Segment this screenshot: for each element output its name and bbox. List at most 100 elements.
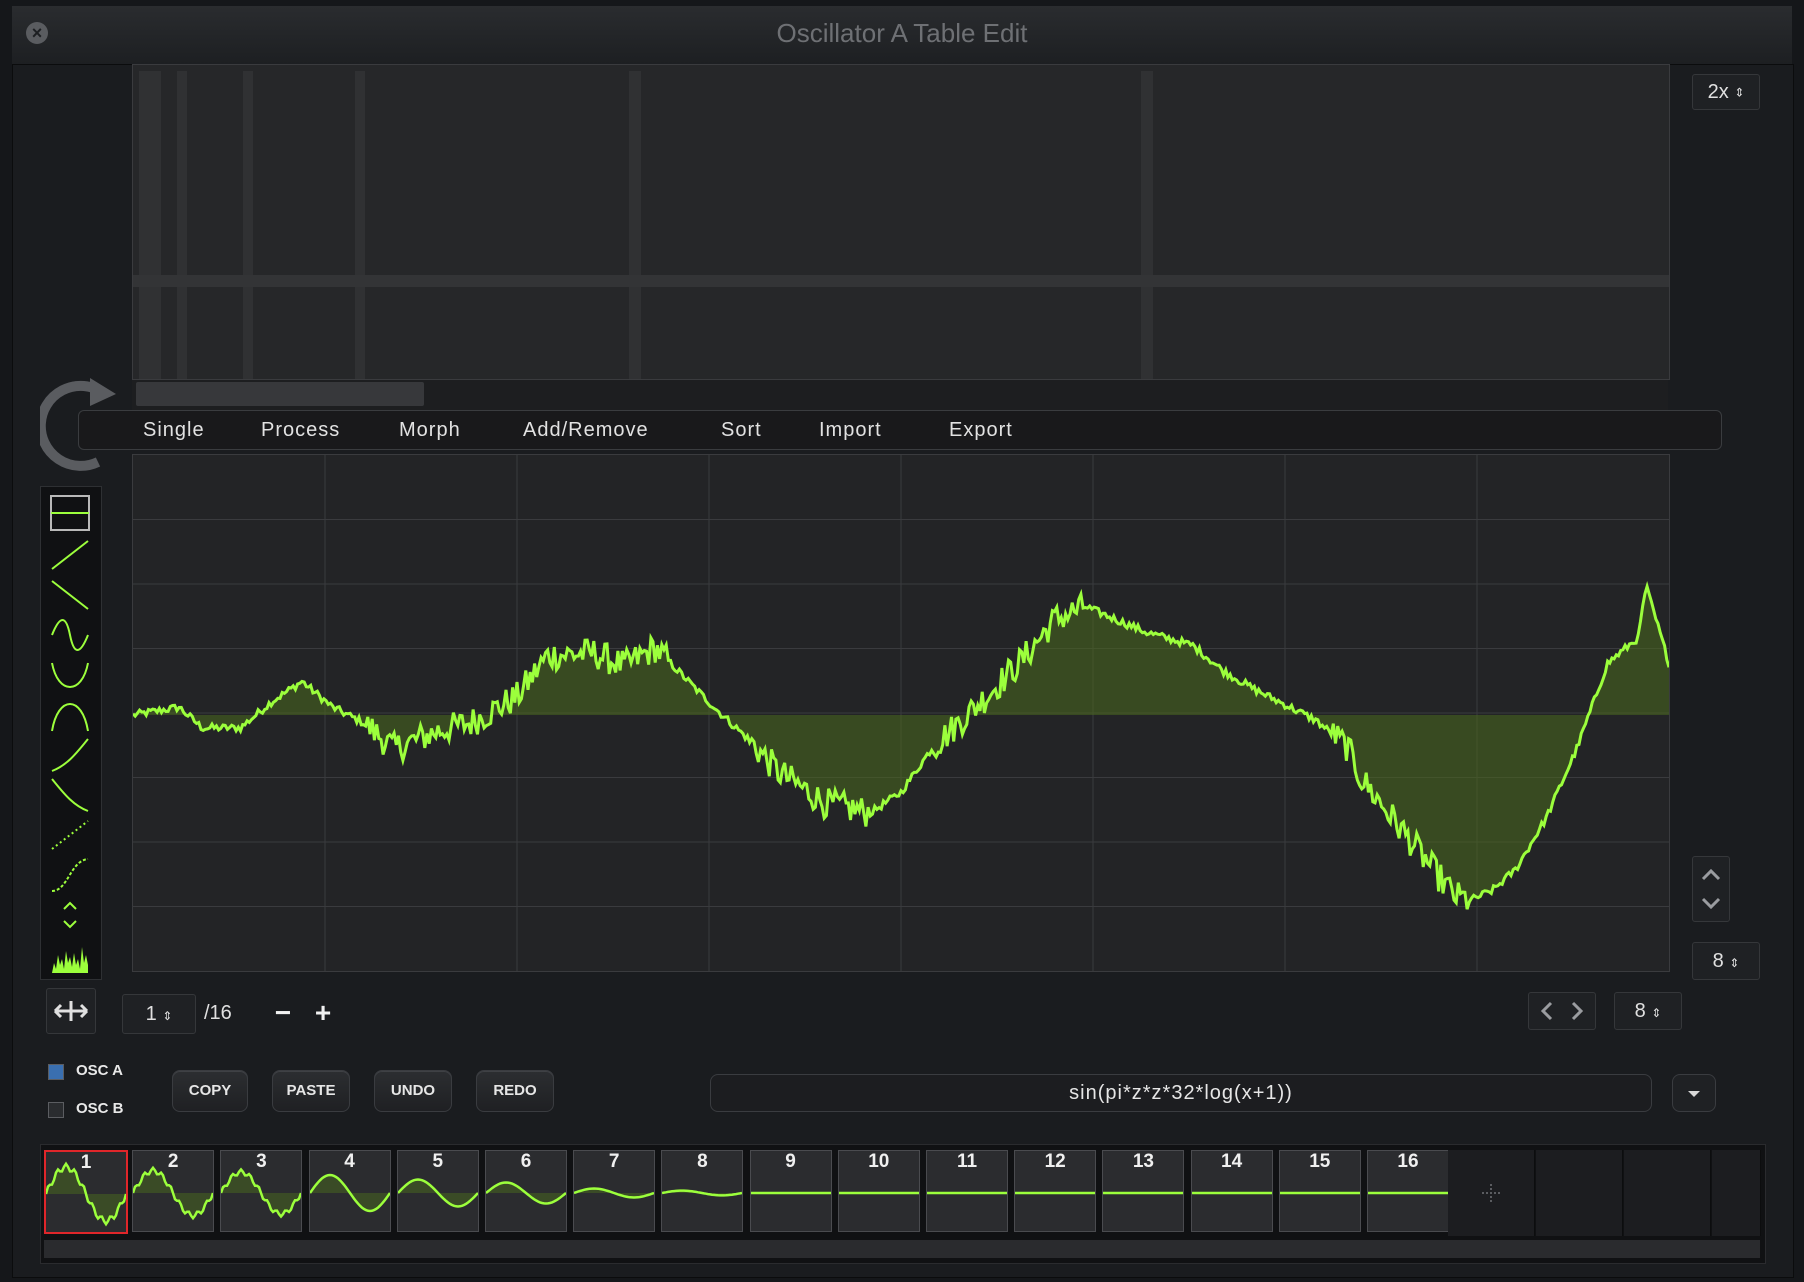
frame-thumbnail[interactable]: 16 xyxy=(1367,1150,1449,1232)
menu-bar: Single Process Morph Add/Remove Sort Imp… xyxy=(78,410,1722,450)
undo-button[interactable]: UNDO xyxy=(374,1070,452,1112)
paste-button[interactable]: PASTE xyxy=(272,1070,350,1112)
osc-a-checkbox[interactable] xyxy=(48,1064,64,1080)
formula-input[interactable]: sin(pi*z*z*32*log(x+1)) xyxy=(710,1074,1652,1112)
chevron-left-icon[interactable] xyxy=(1540,1001,1553,1021)
move-arrows-icon xyxy=(53,1001,89,1021)
frame-number: 10 xyxy=(868,1151,890,1172)
frame-number: 7 xyxy=(608,1151,620,1172)
noise-icon[interactable] xyxy=(48,935,92,975)
frame-thumbnail[interactable]: 11 xyxy=(926,1150,1008,1232)
add-frame-button[interactable]: + xyxy=(308,996,338,1030)
overview-column xyxy=(629,71,641,379)
grid-select[interactable]: 8 ⇕ xyxy=(1692,942,1760,980)
grid-value: 8 xyxy=(1712,950,1724,972)
stepper-arrows-icon: ⇕ xyxy=(162,1009,173,1023)
osc-b-label: OSC B xyxy=(76,1100,124,1117)
frame-number: 13 xyxy=(1132,1151,1154,1172)
editor-grid xyxy=(133,455,1669,971)
resolution-value: 8 xyxy=(1634,1000,1646,1022)
frame-number: 5 xyxy=(432,1151,444,1172)
menu-import[interactable]: Import xyxy=(819,411,882,449)
menu-single[interactable]: Single xyxy=(143,411,205,449)
frame-current: 1 xyxy=(145,1003,157,1025)
shift-arrows[interactable] xyxy=(1528,992,1596,1030)
dotted-ramp-icon[interactable] xyxy=(48,815,92,855)
menu-add-remove[interactable]: Add/Remove xyxy=(523,411,649,449)
wave-offset-stepper[interactable] xyxy=(1692,856,1730,922)
bump-icon[interactable] xyxy=(48,895,92,935)
overview-column xyxy=(243,71,253,379)
arch-icon[interactable] xyxy=(48,695,92,735)
frame-thumbnail[interactable]: 15 xyxy=(1278,1150,1361,1232)
frame-thumbnail[interactable]: 3 xyxy=(220,1150,303,1232)
resolution-select[interactable]: 8 ⇕ xyxy=(1614,992,1682,1030)
frame-thumbnail[interactable]: 7 xyxy=(573,1150,656,1232)
frame-number: 3 xyxy=(256,1151,267,1172)
sine-icon[interactable] xyxy=(48,615,92,655)
stepper-arrows-icon: ⇕ xyxy=(1651,1006,1662,1020)
overview-column xyxy=(355,71,365,379)
frame-number: 14 xyxy=(1221,1151,1243,1172)
menu-sort[interactable]: Sort xyxy=(721,411,762,449)
stepper-arrows-icon: ⇕ xyxy=(1729,956,1740,970)
osc-b-checkbox[interactable] xyxy=(48,1102,64,1118)
frame-thumbnail[interactable]: 6 xyxy=(485,1150,567,1232)
shape-palette xyxy=(40,486,102,980)
empty-frame-slot xyxy=(1448,1150,1535,1236)
frame-number: 9 xyxy=(785,1151,796,1172)
chevron-right-icon[interactable] xyxy=(1571,1001,1584,1021)
menu-morph[interactable]: Morph xyxy=(399,411,461,449)
empty-frame-slot xyxy=(1624,1150,1711,1236)
menu-process[interactable]: Process xyxy=(261,411,340,449)
overview-column xyxy=(139,71,161,379)
curve-down-icon[interactable] xyxy=(48,775,92,815)
ramp-down-icon[interactable] xyxy=(48,575,92,615)
chevron-up-icon[interactable] xyxy=(1701,868,1721,881)
chevron-down-icon[interactable] xyxy=(1701,897,1721,910)
zoom-select[interactable]: 2x ⇕ xyxy=(1692,74,1760,110)
s-curve-icon[interactable] xyxy=(48,855,92,895)
sine-inverse-icon[interactable] xyxy=(48,655,92,695)
frame-thumbnail[interactable]: 2 xyxy=(132,1150,215,1232)
frame-thumbnail[interactable]: 4 xyxy=(308,1150,391,1232)
remove-frame-button[interactable]: − xyxy=(268,996,298,1030)
frame-thumbnail[interactable]: 1 xyxy=(44,1150,128,1234)
ramp-up-icon[interactable] xyxy=(48,535,92,575)
dropdown-arrow-icon xyxy=(1688,1091,1700,1097)
frame-number: 15 xyxy=(1309,1151,1331,1172)
copy-button[interactable]: COPY xyxy=(172,1070,248,1112)
frame-thumbnail[interactable]: 14 xyxy=(1190,1150,1273,1232)
zoom-value: 2x xyxy=(1707,81,1729,103)
osc-a-label: OSC A xyxy=(76,1062,123,1079)
wavetable-overview[interactable] xyxy=(132,64,1670,380)
waveform-editor[interactable] xyxy=(132,454,1670,972)
stepper-arrows-icon: ⇕ xyxy=(1734,85,1745,100)
frame-number: 4 xyxy=(344,1151,355,1172)
curve-up-icon[interactable] xyxy=(48,735,92,775)
overview-row xyxy=(133,275,1669,287)
add-frame-crosshair-icon xyxy=(1482,1184,1500,1202)
move-tool-button[interactable] xyxy=(46,988,96,1034)
frame-thumbnail[interactable]: 9 xyxy=(749,1150,832,1232)
redo-button[interactable]: REDO xyxy=(476,1070,554,1112)
frame-total: /16 xyxy=(204,1002,232,1024)
formula-menu-button[interactable] xyxy=(1672,1074,1716,1112)
window-title: Oscillator A Table Edit xyxy=(776,18,1028,48)
frame-number: 16 xyxy=(1397,1151,1419,1172)
frame-number: 2 xyxy=(167,1151,179,1172)
frame-strip-scrollbar[interactable] xyxy=(44,1240,1760,1258)
menu-export[interactable]: Export xyxy=(949,411,1013,449)
overview-column xyxy=(1141,71,1153,379)
frame-thumbnail[interactable]: 10 xyxy=(837,1150,920,1232)
frame-thumbnail[interactable]: 8 xyxy=(661,1150,744,1232)
overview-scroll-thumb[interactable] xyxy=(136,382,424,406)
frame-thumbnail[interactable]: 12 xyxy=(1014,1150,1097,1232)
frame-thumbnail[interactable]: 13 xyxy=(1102,1150,1185,1232)
frame-thumbnail[interactable]: 5 xyxy=(396,1150,479,1232)
frame-number: 8 xyxy=(697,1151,708,1172)
overview-column xyxy=(177,71,187,379)
frame-select[interactable]: 1 ⇕ xyxy=(122,994,196,1034)
line-icon[interactable] xyxy=(48,493,92,533)
empty-frame-slot xyxy=(1712,1150,1761,1236)
